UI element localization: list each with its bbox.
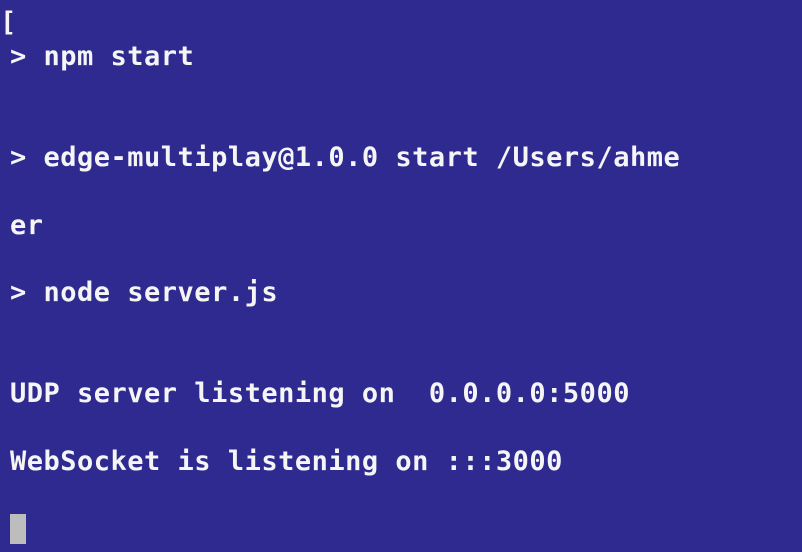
terminal-output[interactable]: > npm start > edge-multiplay@1.0.0 start… xyxy=(10,6,792,546)
bracket-char: [ xyxy=(0,6,16,40)
terminal-cursor xyxy=(10,514,26,544)
terminal-line: > npm start xyxy=(10,40,792,74)
terminal-line: WebSocket is listening on :::3000 xyxy=(10,445,792,479)
terminal-line: > node server.js xyxy=(10,276,792,310)
terminal-line: UDP server listening on 0.0.0.0:5000 xyxy=(10,377,792,411)
terminal-line: > edge-multiplay@1.0.0 start /Users/ahme xyxy=(10,141,792,175)
terminal-line: er xyxy=(10,209,792,243)
